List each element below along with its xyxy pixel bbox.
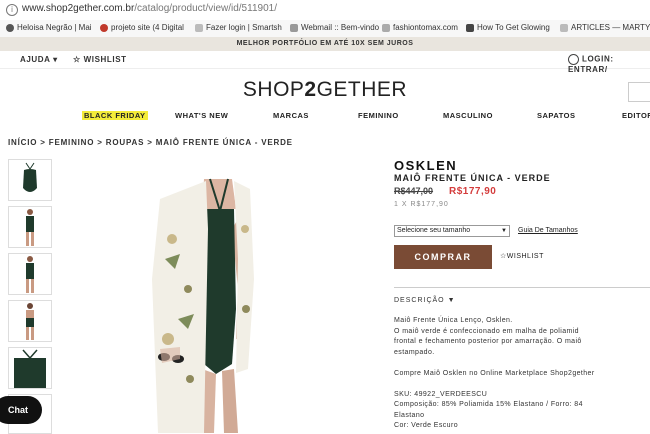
size-guide-link[interactable]: Guia De Tamanhos xyxy=(518,227,578,234)
chevron-down-icon: ▼ xyxy=(501,228,507,234)
installments-text: 1 X R$177,90 xyxy=(394,201,449,208)
wishlist-link[interactable]: ☆ WISHLIST xyxy=(73,55,127,64)
bookmark-item[interactable]: ARTICLES — MARTY xyxy=(560,23,650,32)
bookmark-favicon-icon xyxy=(560,23,568,32)
product-thumbnail[interactable] xyxy=(8,253,52,295)
description-line: O maiô verde é confeccionado em malha de… xyxy=(394,327,579,335)
model-image xyxy=(26,209,34,246)
bookmark-item[interactable]: fashiontomax.com xyxy=(382,23,458,32)
description-line: Compre Maiô Osklen no Online Marketplace… xyxy=(394,369,595,377)
swimsuit-image xyxy=(23,162,37,192)
bookmark-favicon-icon xyxy=(382,23,390,32)
description-line xyxy=(394,358,650,369)
color-line: Cor: Verde Escuro xyxy=(394,422,458,429)
size-select[interactable]: Selecione seu tamanho ▼ xyxy=(394,225,510,237)
utility-bar: AJUDA ▾ ☆ WISHLIST LOGIN: ENTRAR/ xyxy=(0,51,650,74)
add-to-wishlist-button[interactable]: ☆WISHLIST xyxy=(500,252,544,260)
address-bar[interactable]: i www.shop2gether.com.br/catalog/product… xyxy=(0,0,650,21)
url-text[interactable]: www.shop2gether.com.br/catalog/product/v… xyxy=(22,3,277,14)
chevron-down-icon: ▾ xyxy=(50,55,58,64)
nav-item-black-friday[interactable]: BLACK FRIDAY xyxy=(82,111,148,120)
nav-item-whats-new[interactable]: WHAT'S NEW xyxy=(175,111,228,120)
bookmark-favicon-icon xyxy=(195,23,203,32)
composition-line: Elastano xyxy=(394,411,425,419)
bookmark-favicon-icon xyxy=(6,23,14,32)
buy-button[interactable]: COMPRAR xyxy=(394,245,492,269)
bookmark-item[interactable]: Heloisa Negrão | Mai xyxy=(6,23,92,32)
nav-item-marcas[interactable]: MARCAS xyxy=(273,111,309,120)
nav-item-feminino[interactable]: FEMININO xyxy=(358,111,399,120)
breadcrumb[interactable]: INÍCIO > FEMININO > ROUPAS > MAIÔ FRENTE… xyxy=(8,138,293,147)
composition-line: Composição: 85% Poliamida 15% Elastano /… xyxy=(394,401,583,408)
description-line: estampado. xyxy=(394,348,435,356)
info-icon[interactable]: i xyxy=(6,4,18,16)
product-thumbnail[interactable] xyxy=(8,206,52,248)
bookmark-favicon-icon xyxy=(466,23,474,32)
url-host: www.shop2gether.com.br xyxy=(22,3,135,14)
product-thumbnail[interactable] xyxy=(8,300,52,342)
model-image xyxy=(26,256,34,293)
main-nav: BLACK FRIDAY WHAT'S NEW MARCAS FEMININO … xyxy=(0,111,650,123)
swimsuit-detail-image xyxy=(14,349,46,388)
user-icon xyxy=(568,54,579,65)
description-line: Maiô Frente Única Lenço, Osklen. xyxy=(394,317,513,324)
product-main-image[interactable] xyxy=(150,159,275,433)
description-line: frontal e fechamento posterior por amarr… xyxy=(394,338,582,345)
product-brand[interactable]: OSKLEN xyxy=(394,158,457,173)
caret-down-icon: ▼ xyxy=(444,297,456,304)
product-thumbnail[interactable] xyxy=(8,159,52,201)
bookmark-item[interactable]: projeto site (4 Digital xyxy=(100,23,184,32)
divider xyxy=(394,287,650,288)
nav-item-masculino[interactable]: MASCULINO xyxy=(443,111,493,120)
sku-line: SKU: 49922_VERDEESCU xyxy=(394,390,488,398)
model-photo xyxy=(152,178,254,433)
nav-item-sapatos[interactable]: SAPATOS xyxy=(537,111,576,120)
login-link[interactable]: LOGIN: ENTRAR/ xyxy=(568,54,650,74)
product-thumbnail[interactable] xyxy=(8,347,52,389)
bookmark-item[interactable]: Webmail :: Bem-vindo xyxy=(290,23,379,32)
site-logo[interactable]: SHOP2GETHER xyxy=(0,78,650,102)
star-icon: ☆ xyxy=(73,55,84,64)
bookmark-item[interactable]: Fazer login | Smartsh xyxy=(195,23,282,32)
url-path: /catalog/product/view/id/511901/ xyxy=(134,3,277,14)
bookmark-favicon-icon xyxy=(100,23,108,32)
description-toggle[interactable]: DESCRIÇÃO ▼ xyxy=(394,297,456,304)
star-icon: ☆ xyxy=(500,253,507,260)
old-price: R$447,00 xyxy=(394,186,434,196)
chat-button[interactable]: Chat xyxy=(0,396,42,424)
product-name: MAIÔ FRENTE ÚNICA - VERDE xyxy=(394,173,551,183)
promo-banner[interactable]: MELHOR PORTFÓLIO EM ATÉ 10X SEM JUROS xyxy=(0,37,650,51)
sale-price: R$177,90 xyxy=(449,186,497,197)
search-input[interactable] xyxy=(628,82,650,102)
description-line xyxy=(394,379,650,390)
nav-item-editorial[interactable]: EDITORI xyxy=(622,111,650,120)
bookmark-favicon-icon xyxy=(290,23,298,32)
help-menu[interactable]: AJUDA ▾ xyxy=(20,55,58,64)
product-description: Maiô Frente Única Lenço, Osklen. O maiô … xyxy=(394,316,650,432)
bookmarks-bar: Heloisa Negrão | Mai projeto site (4 Dig… xyxy=(0,20,650,38)
bookmark-item[interactable]: How To Get Glowing xyxy=(466,23,550,32)
model-back-image xyxy=(26,303,34,340)
